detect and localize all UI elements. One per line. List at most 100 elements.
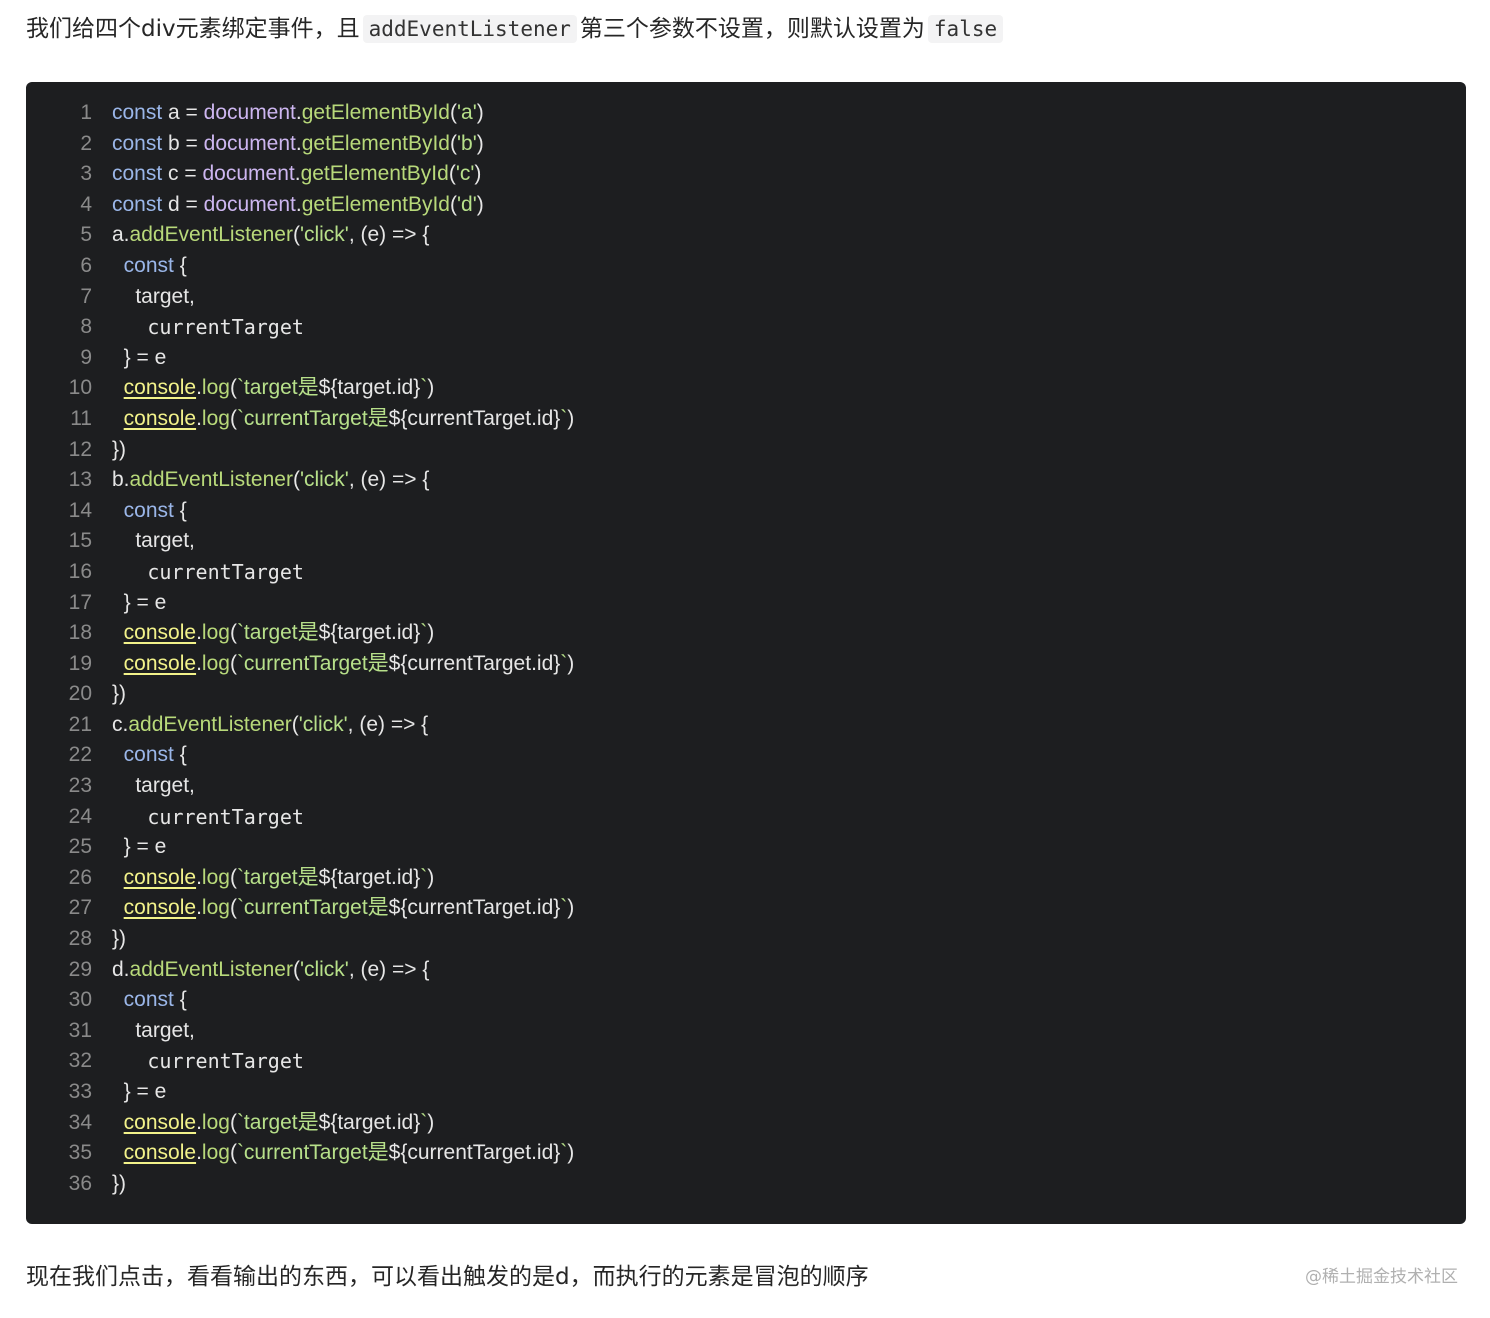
code-token: addEventListener xyxy=(129,957,293,981)
line-code: console.log(`currentTarget是${currentTarg… xyxy=(112,649,575,680)
code-token: getElementById xyxy=(301,101,450,124)
code-token: console xyxy=(123,865,197,889)
code-token: const xyxy=(112,192,163,216)
line-code: console.log(`target是${target.id}`) xyxy=(112,618,435,649)
line-code: }) xyxy=(112,679,126,710)
line-code: target, xyxy=(112,526,195,557)
code-token: currentTarget xyxy=(135,1049,304,1074)
code-token: , (e) => { xyxy=(348,223,430,247)
code-token: target, xyxy=(112,284,195,308)
code-token: ( xyxy=(292,468,300,492)
code-token: } = e xyxy=(112,590,167,614)
code-token: 'click' xyxy=(299,957,349,981)
code-line: 1 const a = document.getElementById('a') xyxy=(26,98,1466,129)
code-token: b. xyxy=(112,468,130,492)
code-line: 19 console.log(`currentTarget是${currentT… xyxy=(26,649,1466,680)
code-token: `currentTarget是 xyxy=(236,896,389,920)
code-token: document xyxy=(203,192,296,216)
code-line: 36}) xyxy=(26,1169,1466,1200)
code-token: addEventListener xyxy=(129,223,293,247)
code-token: 'c' xyxy=(455,162,475,186)
code-token: const xyxy=(123,988,174,1012)
line-number: 10 xyxy=(68,376,92,400)
code-token: }) xyxy=(112,927,127,951)
code-token: 'click' xyxy=(299,223,349,247)
line-code: c.addEventListener('click', (e) => { xyxy=(112,710,428,741)
line-code: } = e xyxy=(112,588,167,619)
code-line: 33 } = e xyxy=(26,1077,1466,1108)
line-code: console.log(`target是${target.id}`) xyxy=(112,373,435,404)
code-token: `currentTarget是 xyxy=(236,406,389,430)
code-line: 23 target, xyxy=(26,771,1466,802)
code-token: `target是 xyxy=(236,621,319,645)
code-line: 22 const { xyxy=(26,740,1466,771)
code-line: 28}) xyxy=(26,924,1466,955)
code-token: ) xyxy=(427,621,435,645)
code-token: addEventListener xyxy=(128,712,292,736)
line-code: console.log(`target是${target.id}`) xyxy=(112,863,435,894)
code-token: console xyxy=(123,1141,197,1165)
code-token: console xyxy=(123,1110,197,1134)
line-number: 28 xyxy=(68,927,92,951)
code-token: 'b' xyxy=(457,131,477,155)
line-number: 25 xyxy=(68,835,92,859)
line-number: 20 xyxy=(68,682,92,706)
line-number: 31 xyxy=(68,1018,92,1042)
code-line: 8 currentTarget xyxy=(26,312,1466,343)
code-token: getElementById xyxy=(300,162,449,186)
code-line: 26 console.log(`target是${target.id}`) xyxy=(26,863,1466,894)
code-line: 16 currentTarget xyxy=(26,557,1466,588)
code-token: target, xyxy=(112,1018,195,1042)
line-code: const { xyxy=(112,251,187,282)
line-code: target, xyxy=(112,771,195,802)
line-number: 27 xyxy=(68,896,92,920)
code-token: d. xyxy=(112,957,130,981)
line-number: 33 xyxy=(68,1080,92,1103)
code-token: ( xyxy=(450,192,457,216)
line-code: const { xyxy=(112,985,187,1016)
code-token: const xyxy=(112,131,163,155)
intro-paragraph: 我们给四个div元素绑定事件，且 addEventListener 第三个参数不设置… xyxy=(26,8,1006,50)
code-line: 10 console.log(`target是${target.id}`) xyxy=(26,373,1466,404)
code-line: 17 } = e xyxy=(26,588,1466,619)
code-token: log xyxy=(201,865,230,889)
code-token: a. xyxy=(112,223,130,247)
code-line: 34 console.log(`target是${target.id}`) xyxy=(26,1108,1466,1139)
code-token: console xyxy=(123,896,197,920)
code-line: 2 const b = document.getElementById('b') xyxy=(26,129,1466,160)
line-code: const c = document.getElementById('c') xyxy=(112,159,481,190)
code-token: ( xyxy=(229,406,237,430)
line-code: const b = document.getElementById('b') xyxy=(112,129,484,160)
code-token: console xyxy=(123,621,197,645)
code-token: ( xyxy=(292,957,300,981)
line-code: const { xyxy=(112,740,187,771)
line-code: console.log(`currentTarget是${currentTarg… xyxy=(112,893,575,924)
line-number: 22 xyxy=(68,743,92,767)
code-token: ) xyxy=(476,192,484,216)
line-code: console.log(`target是${target.id}`) xyxy=(112,1108,435,1139)
inline-code-false: false xyxy=(927,15,1004,43)
code-line: 32 currentTarget xyxy=(26,1046,1466,1077)
code-token: ( xyxy=(448,162,456,186)
line-number: 4 xyxy=(80,192,92,216)
code-token: ) xyxy=(427,376,435,400)
line-number: 1 xyxy=(80,101,92,124)
code-token: const xyxy=(112,162,163,186)
code-token: ${currentTarget.id} xyxy=(388,896,561,920)
code-token: ${target.id} xyxy=(318,376,421,400)
outro-paragraph: 现在我们点击，看看输出的东西，可以看出触发的是d，而执行的元素是冒泡的顺序 xyxy=(26,1264,869,1290)
code-token: }) xyxy=(112,682,127,706)
code-token: ( xyxy=(450,131,457,155)
code-block: 1 const a = document.getElementById('a') 2… xyxy=(26,82,1466,1224)
code-line: 20}) xyxy=(26,679,1466,710)
code-token: ) xyxy=(567,1141,575,1165)
code-token: }) xyxy=(112,437,127,461)
